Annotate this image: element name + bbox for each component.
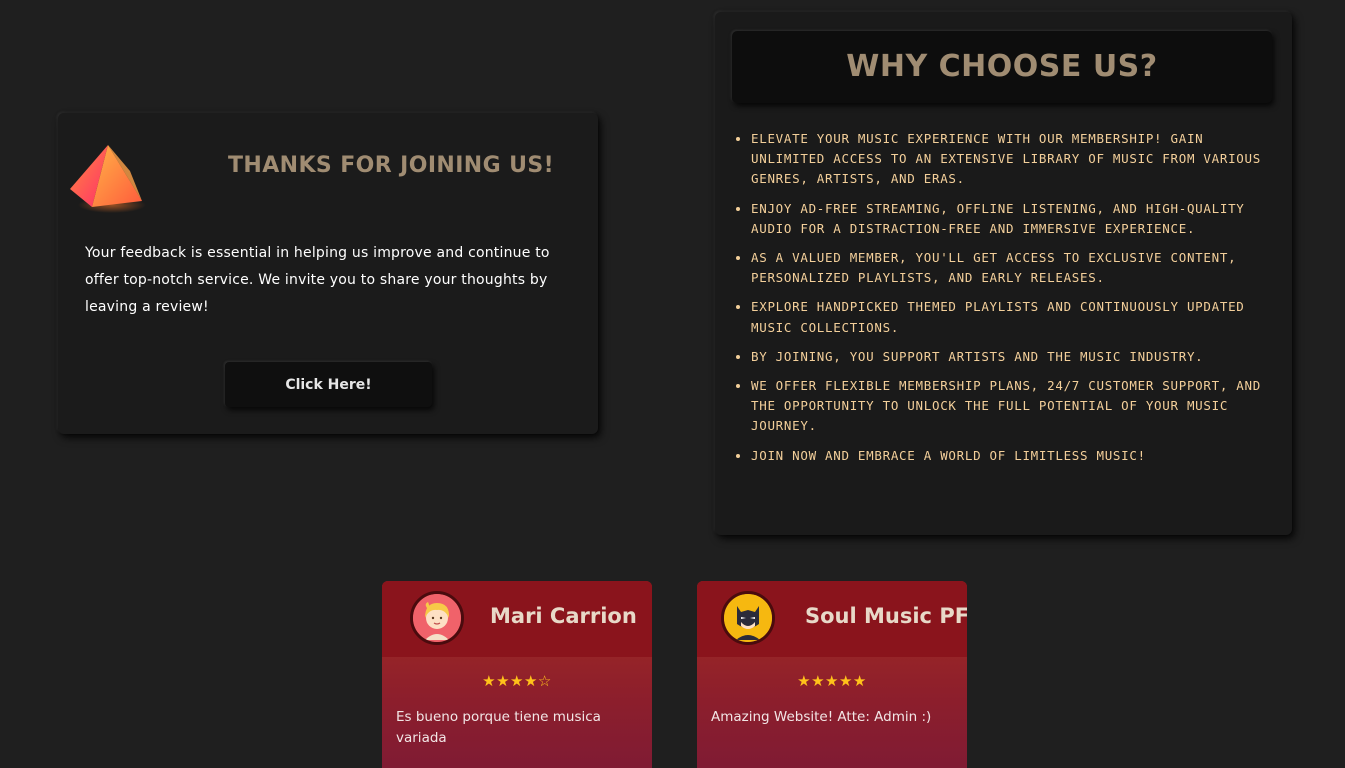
thanks-title: THANKS FOR JOINING US! xyxy=(228,153,555,178)
review-card: Soul Music PF ★★★★★ Amazing Website! Att… xyxy=(697,581,967,768)
list-item: Enjoy ad-free streaming, offline listeni… xyxy=(751,199,1281,239)
reviewer-name: Soul Music PF xyxy=(805,604,967,628)
blonde-girl-avatar-icon xyxy=(410,591,464,645)
list-item: Explore handpicked themed playlists and … xyxy=(751,297,1281,337)
review-text: Es bueno porque tiene musica variada xyxy=(396,709,601,746)
why-title: WHY CHOOSE US? xyxy=(846,49,1158,84)
list-item: We offer flexible membership plans, 24/7… xyxy=(751,376,1281,437)
thanks-card: THANKS FOR JOINING US! Your feedback is … xyxy=(58,113,598,434)
list-item: Elevate your music experience with our m… xyxy=(751,129,1281,190)
list-item: Join now and embrace a world of limitles… xyxy=(751,446,1281,466)
reviewer-name: Mari Carrion xyxy=(490,604,637,628)
thanks-text: Your feedback is essential in helping us… xyxy=(85,245,550,315)
page: THANKS FOR JOINING US! Your feedback is … xyxy=(0,0,1345,768)
list-item: By joining, you support artists and the … xyxy=(751,347,1281,367)
list-item: As a valued member, you'll get access to… xyxy=(751,248,1281,288)
star-rating: ★★★★★ xyxy=(797,672,867,690)
why-choose-us-card: WHY CHOOSE US? Elevate your music experi… xyxy=(715,12,1292,535)
click-here-button[interactable]: Click Here! xyxy=(225,362,432,407)
batman-avatar-icon xyxy=(721,591,775,645)
why-header: WHY CHOOSE US? xyxy=(732,31,1272,103)
why-list: Elevate your music experience with our m… xyxy=(733,129,1281,475)
star-rating: ★★★★☆ xyxy=(482,672,552,690)
review-header: Soul Music PF xyxy=(697,581,967,657)
review-text: Amazing Website! Atte: Admin :) xyxy=(711,709,932,725)
pyramid-gem-icon xyxy=(70,145,146,213)
review-card: Mari Carrion ★★★★☆ Es bueno porque tiene… xyxy=(382,581,652,768)
review-header: Mari Carrion xyxy=(382,581,652,657)
